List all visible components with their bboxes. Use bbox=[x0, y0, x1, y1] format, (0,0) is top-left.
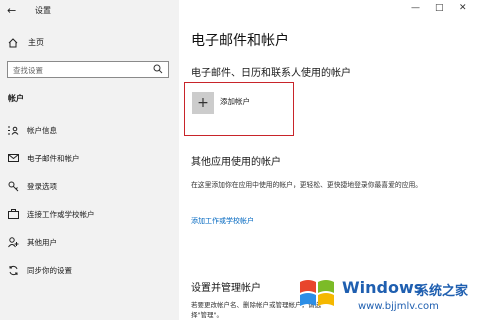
close-button[interactable]: ✕ bbox=[459, 3, 467, 13]
windows-logo-icon bbox=[300, 280, 334, 306]
watermark-url: www.bjjmlv.com bbox=[358, 301, 439, 312]
sidebar-item-account-info[interactable]: 帐户信息 bbox=[0, 121, 179, 139]
person-card-icon bbox=[7, 124, 19, 136]
section-heading-manage: 设置并管理帐户 bbox=[191, 283, 261, 294]
sidebar-item-other-users[interactable]: 其他用户 bbox=[0, 233, 179, 251]
key-icon bbox=[7, 180, 19, 192]
window-title: 设置 bbox=[35, 6, 51, 15]
home-nav[interactable]: 主页 bbox=[8, 37, 44, 48]
watermark-brand: Windows bbox=[342, 278, 424, 297]
mail-icon bbox=[7, 152, 19, 164]
sidebar-item-label: 其他用户 bbox=[27, 237, 57, 247]
sidebar-item-label: 连接工作或学校帐户 bbox=[27, 209, 95, 219]
briefcase-icon bbox=[7, 208, 19, 220]
home-label: 主页 bbox=[28, 38, 44, 47]
person-add-icon bbox=[7, 236, 19, 248]
sidebar-item-email-accounts[interactable]: 电子邮件和帐户 bbox=[0, 149, 179, 167]
watermark: Windows 系统之家 www.bjjmlv.com bbox=[294, 268, 480, 320]
search-placeholder: 查找设置 bbox=[13, 66, 43, 75]
sidebar-item-label: 同步你的设置 bbox=[27, 265, 72, 275]
sidebar-item-sign-in-options[interactable]: 登录选项 bbox=[0, 177, 179, 195]
plus-icon: + bbox=[197, 95, 209, 111]
add-account-button[interactable]: + bbox=[192, 92, 214, 114]
home-icon bbox=[8, 37, 18, 47]
search-input[interactable]: 查找设置 bbox=[7, 61, 169, 78]
section-title: 帐户 bbox=[8, 94, 24, 103]
sync-icon bbox=[7, 264, 19, 276]
page-title: 电子邮件和帐户 bbox=[191, 33, 289, 49]
add-work-school-link[interactable]: 添加工作或学校帐户 bbox=[191, 216, 254, 226]
sidebar-item-sync[interactable]: 同步你的设置 bbox=[0, 261, 179, 279]
section-heading-email: 电子邮件、日历和联系人使用的帐户 bbox=[191, 68, 351, 79]
minimize-button[interactable]: — bbox=[411, 3, 420, 13]
sidebar-item-work-school[interactable]: 连接工作或学校帐户 bbox=[0, 205, 179, 223]
search-icon bbox=[153, 64, 163, 74]
sidebar: ← 设置 主页 查找设置 帐户 帐户信息 电子邮件和帐户 登录选项 连接工作或学… bbox=[0, 0, 179, 320]
sidebar-item-label: 登录选项 bbox=[27, 181, 57, 191]
sidebar-item-label: 电子邮件和帐户 bbox=[27, 153, 80, 163]
section-heading-other-apps: 其他应用使用的帐户 bbox=[191, 157, 281, 168]
add-account-label[interactable]: 添加帐户 bbox=[220, 96, 250, 107]
watermark-cn: 系统之家 bbox=[416, 284, 469, 299]
maximize-button[interactable]: □ bbox=[435, 3, 444, 13]
sidebar-item-label: 帐户信息 bbox=[27, 125, 57, 135]
section-description: 在这里添加你在应用中使用的帐户，更轻松、更快捷地登录你最喜爱的应用。 bbox=[191, 181, 423, 189]
back-arrow-icon[interactable]: ← bbox=[7, 4, 16, 17]
